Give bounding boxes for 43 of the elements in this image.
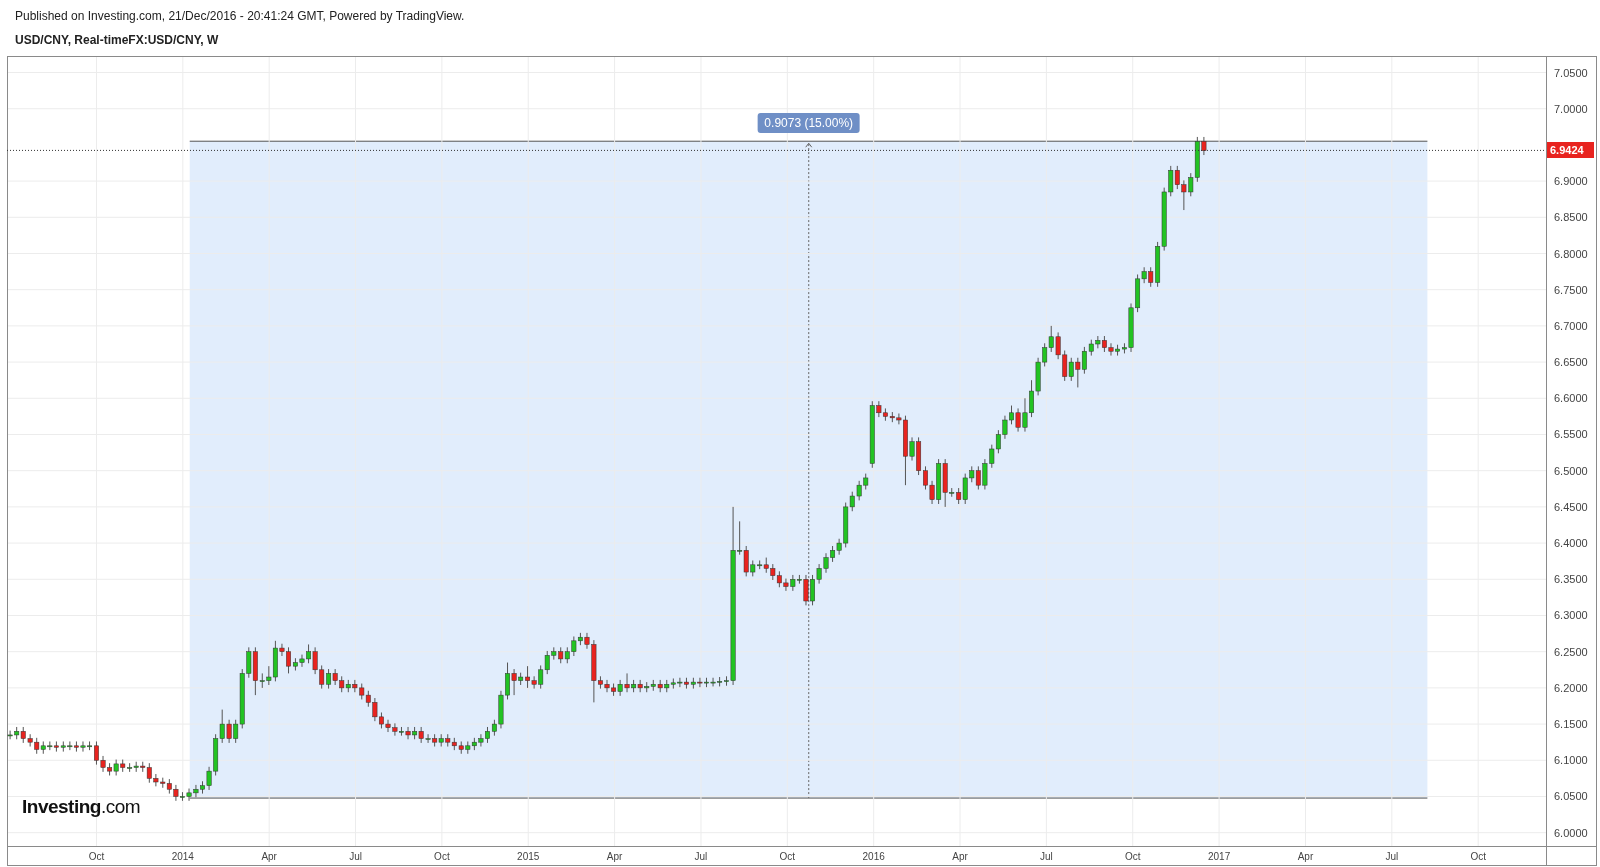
- y-axis-label: 6.5500: [1554, 428, 1588, 441]
- x-axis-label: Oct: [434, 851, 450, 862]
- x-axis-label: Apr: [952, 851, 968, 862]
- y-axis-label: 6.4500: [1554, 500, 1588, 513]
- y-axis-label: 6.6500: [1554, 356, 1588, 369]
- x-axis-label: 2014: [171, 851, 194, 862]
- x-axis-label: Apr: [261, 851, 277, 862]
- x-axis-label: Apr: [606, 851, 623, 862]
- y-axis-label: 6.0500: [1554, 790, 1588, 803]
- y-axis-label: 6.6000: [1554, 392, 1588, 405]
- y-axis-label: 6.7500: [1554, 283, 1588, 296]
- measure-label: 0.9073 (15.00%): [757, 113, 861, 134]
- x-axis-label: Apr: [1297, 851, 1314, 862]
- y-axis-label: 6.1000: [1554, 754, 1588, 767]
- y-axis-label: 6.0000: [1554, 826, 1588, 839]
- x-axis-label: Oct: [779, 851, 796, 862]
- x-axis-label: 2015: [517, 851, 540, 862]
- x-axis-label: Jul: [694, 851, 708, 862]
- y-axis-label: 6.2000: [1554, 681, 1588, 694]
- y-axis-label: 6.2500: [1554, 645, 1588, 658]
- published-note: Published on Investing.com, 21/Dec/2016 - 20:41:24 GMT, Powered by TradingView.: [15, 9, 465, 23]
- x-axis-label: Oct: [88, 851, 105, 862]
- investing-logo: Investing.com: [22, 796, 141, 818]
- x-axis-label: Jul: [1385, 851, 1399, 862]
- x-axis-label: Jul: [1040, 851, 1053, 862]
- y-axis-label: 6.8500: [1554, 211, 1588, 224]
- y-axis-label: 7.0500: [1554, 66, 1588, 79]
- x-axis-label: Oct: [1470, 851, 1486, 862]
- y-axis-label: 6.3000: [1554, 609, 1588, 622]
- x-axis-label: 2016: [862, 851, 885, 862]
- x-axis-label: 2017: [1208, 851, 1231, 862]
- x-axis-label: Oct: [1124, 851, 1141, 862]
- y-axis-label: 6.9000: [1554, 175, 1588, 188]
- y-axis-label: 6.8000: [1554, 247, 1588, 260]
- x-axis-label: Jul: [349, 851, 362, 862]
- y-axis-label: 6.3500: [1554, 573, 1588, 586]
- y-axis-label: 6.4000: [1554, 537, 1588, 550]
- price-tag: 6.9424: [1547, 142, 1594, 159]
- y-axis-label: 6.7000: [1554, 319, 1588, 332]
- y-axis-label: 6.5000: [1554, 464, 1588, 477]
- symbol-title: USD/CNY, Real-timeFX:USD/CNY, W: [15, 33, 219, 47]
- y-axis-label: 7.0000: [1554, 102, 1588, 115]
- y-axis-label: 6.1500: [1554, 718, 1588, 731]
